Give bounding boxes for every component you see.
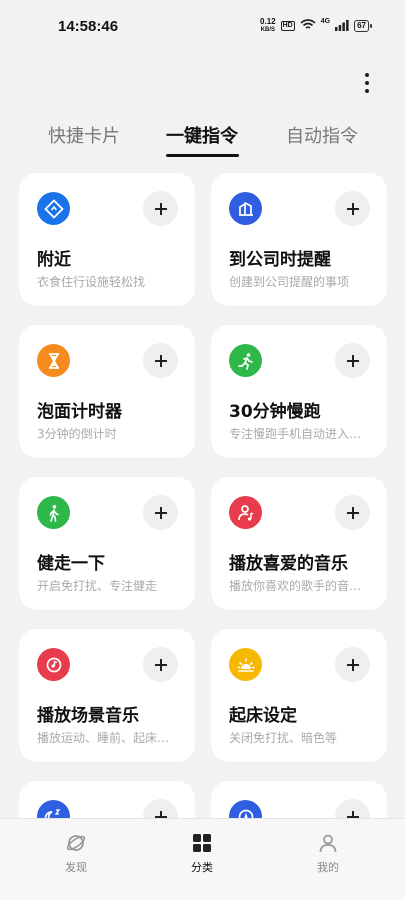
status-icons: 0.12 KB/S HD 4G 67	[260, 17, 372, 34]
card-title: 泡面计时器	[37, 402, 122, 422]
command-card-play-favorite-music[interactable]: 播放喜爱的音乐 播放你喜欢的歌手的音…	[211, 477, 387, 610]
command-card-30min-jog[interactable]: 30分钟慢跑 专注慢跑手机自动进入…	[211, 325, 387, 458]
card-title: 到公司时提醒	[229, 250, 331, 270]
nav-label: 我的	[317, 861, 339, 874]
plus-icon	[346, 506, 359, 519]
command-card-wake-up-settings[interactable]: 起床设定 关闭免打扰、暗色等	[211, 629, 387, 762]
person-icon	[316, 831, 340, 855]
card-title: 健走一下	[37, 554, 105, 574]
plus-icon	[154, 202, 167, 215]
hourglass-icon	[37, 344, 70, 377]
wifi-icon	[300, 19, 316, 33]
card-description: 播放你喜欢的歌手的音…	[229, 579, 362, 593]
more-options-icon[interactable]	[359, 72, 375, 94]
nav-categories[interactable]: 分类	[162, 819, 242, 879]
card-description: 专注慢跑手机自动进入…	[229, 427, 362, 441]
card-description: 衣食住行设施轻松找	[37, 275, 146, 289]
location-diamond-icon	[37, 192, 70, 225]
command-card-arrive-office-reminder[interactable]: 到公司时提醒 创建到公司提醒的事项	[211, 173, 387, 306]
add-button[interactable]	[143, 495, 178, 530]
signal-icon	[335, 19, 349, 33]
tab-auto-commands[interactable]: 自动指令	[286, 122, 358, 148]
card-title: 播放喜爱的音乐	[229, 554, 348, 574]
card-description: 关闭免打扰、暗色等	[229, 731, 338, 745]
plus-icon	[154, 354, 167, 367]
tab-one-tap-commands[interactable]: 一键指令	[166, 122, 238, 148]
card-title: 附近	[37, 250, 71, 270]
card-description: 播放运动、睡前、起床…	[37, 731, 170, 745]
add-button[interactable]	[143, 191, 178, 226]
active-tab-indicator	[166, 154, 239, 157]
command-card-noodle-timer[interactable]: 泡面计时器 3分钟的倒计时	[19, 325, 195, 458]
command-card-scene-music[interactable]: 播放场景音乐 播放运动、睡前、起床…	[19, 629, 195, 762]
add-button[interactable]	[335, 647, 370, 682]
network-type: 4G	[320, 18, 331, 25]
battery-icon: 67	[354, 20, 372, 32]
hd-badge: HD	[280, 21, 295, 31]
tab-quick-cards[interactable]: 快捷卡片	[48, 122, 120, 148]
add-button[interactable]	[335, 191, 370, 226]
running-icon	[229, 344, 262, 377]
card-description: 创建到公司提醒的事项	[229, 275, 350, 289]
nav-mine[interactable]: 我的	[288, 819, 368, 879]
command-card-walk[interactable]: 健走一下 开启免打扰、专注健走	[19, 477, 195, 610]
command-card-nearby[interactable]: 附近 衣食住行设施轻松找	[19, 173, 195, 306]
plus-icon	[154, 658, 167, 671]
card-description: 开启免打扰、专注健走	[37, 579, 158, 593]
add-button[interactable]	[335, 343, 370, 378]
bottom-navigation: 发现 分类 我的	[0, 818, 405, 900]
music-disc-icon	[37, 648, 70, 681]
user-music-icon	[229, 496, 262, 529]
add-button[interactable]	[335, 495, 370, 530]
card-title: 播放场景音乐	[37, 706, 139, 726]
add-button[interactable]	[143, 343, 178, 378]
card-description: 3分钟的倒计时	[37, 427, 117, 441]
plus-icon	[346, 354, 359, 367]
status-time: 14:58:46	[58, 18, 119, 35]
grid-icon	[190, 831, 214, 855]
planet-icon	[64, 831, 88, 855]
walking-icon	[37, 496, 70, 529]
plus-icon	[346, 202, 359, 215]
card-title: 起床设定	[229, 706, 297, 726]
sunrise-icon	[229, 648, 262, 681]
nav-discover[interactable]: 发现	[36, 819, 116, 879]
add-button[interactable]	[143, 647, 178, 682]
status-bar: 14:58:46 0.12 KB/S HD 4G 67	[0, 0, 405, 52]
office-building-icon	[229, 192, 262, 225]
plus-icon	[346, 658, 359, 671]
nav-label: 分类	[191, 861, 213, 874]
plus-icon	[154, 506, 167, 519]
nav-label: 发现	[65, 861, 87, 874]
card-title: 30分钟慢跑	[229, 402, 321, 422]
net-speed: 0.12 KB/S	[260, 17, 276, 34]
